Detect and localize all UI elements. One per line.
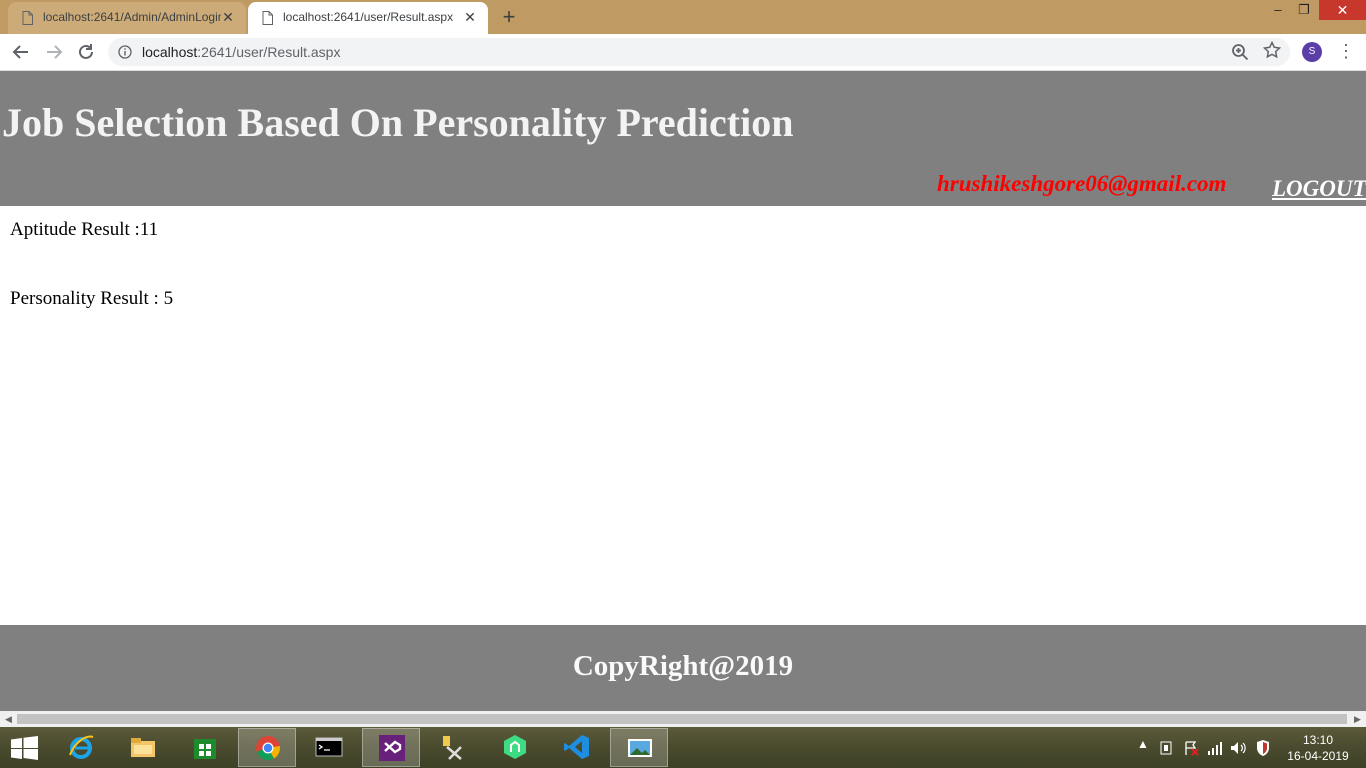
site-footer: CopyRight@2019 <box>0 625 1366 711</box>
tools-icon <box>443 736 462 760</box>
url-path: :2641/user/Result.aspx <box>197 44 341 60</box>
ie-icon <box>69 735 94 759</box>
user-email: hrushikeshgore06@gmail.com <box>937 171 1227 196</box>
page-title: Job Selection Based On Personality Predi… <box>2 100 794 145</box>
site-header: Job Selection Based On Personality Predi… <box>0 71 1366 206</box>
android-icon <box>504 735 526 759</box>
taskbar-photos[interactable] <box>610 728 668 767</box>
back-arrow-icon[interactable] <box>10 41 32 63</box>
system-clock[interactable]: 13:10 16-04-2019 <box>1280 732 1356 764</box>
close-window-button[interactable]: ✕ <box>1319 0 1366 20</box>
tray-network-icon[interactable] <box>1207 740 1223 756</box>
close-tab-icon[interactable]: ✕ <box>220 9 236 26</box>
personality-result: Personality Result : 5 <box>10 288 174 309</box>
scrollbar-thumb[interactable] <box>17 714 1347 724</box>
profile-avatar[interactable]: S <box>1302 42 1322 62</box>
aptitude-result: Aptitude Result :11 <box>10 219 159 240</box>
menu-kebab-icon[interactable]: ⋮ <box>1337 40 1355 62</box>
browser-toolbar: localhost:2641/user/Result.aspx S ⋮ <box>0 34 1366 71</box>
scroll-left-icon[interactable]: ◀ <box>5 714 12 725</box>
reload-icon[interactable] <box>75 41 97 63</box>
page-icon <box>262 11 273 25</box>
windows-start-icon[interactable] <box>11 736 38 760</box>
forward-arrow-icon[interactable] <box>43 41 65 63</box>
visual-studio-icon <box>379 735 405 761</box>
vscode-icon <box>564 735 589 759</box>
tray-volume-icon[interactable] <box>1230 740 1246 756</box>
new-tab-button[interactable]: + <box>498 4 520 30</box>
address-bar[interactable]: localhost:2641/user/Result.aspx <box>108 38 1290 66</box>
horizontal-scrollbar[interactable]: ◀ ▶ <box>0 711 1366 727</box>
store-icon <box>194 739 216 759</box>
tray-expand-icon[interactable]: ▲ <box>1137 737 1149 751</box>
browser-tabstrip: localhost:2641/Admin/AdminLogin.aspx ✕ l… <box>0 0 1366 34</box>
copyright-text: CopyRight@2019 <box>572 650 794 682</box>
cmd-icon <box>315 737 343 757</box>
taskbar-android-studio[interactable] <box>486 728 544 767</box>
tab-title: localhost:2641/user/Result.aspx <box>283 10 454 24</box>
taskbar-tools[interactable] <box>424 728 482 767</box>
maximize-button[interactable]: ❐ <box>1291 0 1317 22</box>
taskbar-vscode[interactable] <box>548 728 606 767</box>
url-host: localhost <box>142 44 198 60</box>
windows-taskbar: ▲ 13:10 16-04-2019 <box>0 727 1366 768</box>
folder-icon <box>131 738 155 757</box>
tray-shield-icon[interactable] <box>1255 739 1271 757</box>
tab-title: localhost:2641/Admin/AdminLogin.aspx <box>43 10 221 24</box>
page-viewport: Job Selection Based On Personality Predi… <box>0 71 1366 711</box>
page-icon <box>22 11 33 25</box>
tray-device-icon[interactable] <box>1158 740 1174 756</box>
close-tab-icon[interactable]: ✕ <box>462 9 478 26</box>
taskbar-visual-studio[interactable] <box>362 728 420 767</box>
taskbar-cmd[interactable] <box>300 728 358 767</box>
logout-link[interactable]: LOGOUT <box>1272 176 1366 202</box>
taskbar-store[interactable] <box>176 728 234 767</box>
photos-icon <box>628 739 652 757</box>
tab-admin-login[interactable]: localhost:2641/Admin/AdminLogin.aspx ✕ <box>8 2 246 34</box>
bookmark-star-icon[interactable] <box>1263 41 1281 59</box>
taskbar-chrome[interactable] <box>238 728 296 767</box>
clock-time: 13:10 <box>1302 733 1334 747</box>
tray-flag-icon[interactable] <box>1183 740 1199 756</box>
taskbar-ie[interactable] <box>52 728 110 767</box>
info-icon[interactable] <box>118 45 132 59</box>
minimize-button[interactable]: – <box>1265 0 1291 22</box>
clock-date: 16-04-2019 <box>1287 749 1349 763</box>
zoom-icon[interactable] <box>1231 43 1249 61</box>
scroll-right-icon[interactable]: ▶ <box>1354 714 1361 725</box>
tab-result[interactable]: localhost:2641/user/Result.aspx ✕ <box>248 2 488 34</box>
url-text[interactable]: localhost:2641/user/Result.aspx <box>142 44 340 60</box>
taskbar-file-explorer[interactable] <box>114 728 172 767</box>
chrome-icon <box>256 736 280 760</box>
